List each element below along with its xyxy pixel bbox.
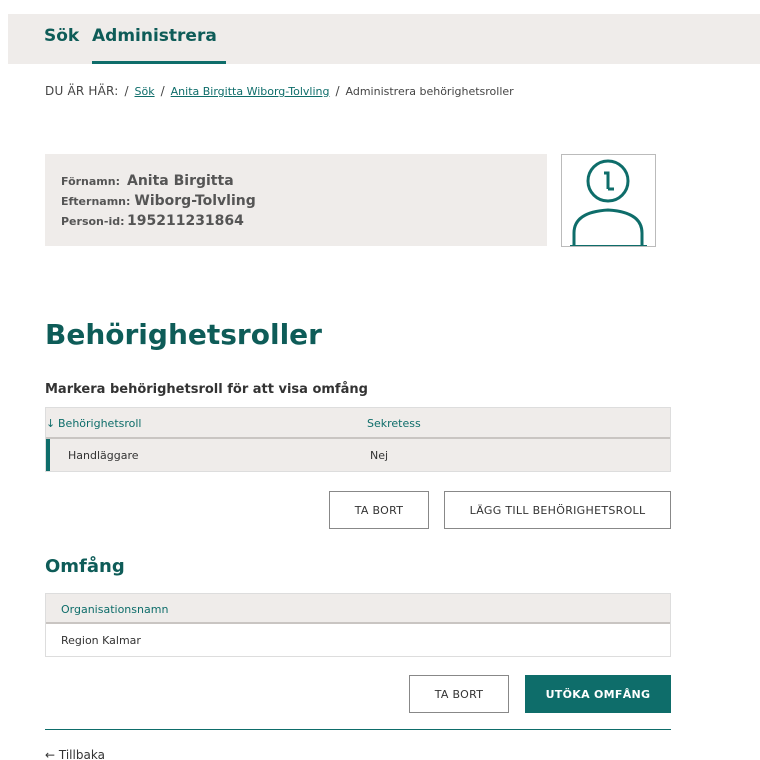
remove-role-button[interactable]: TA BORT <box>329 491 429 529</box>
column-header-org-name[interactable]: Organisationsnamn <box>61 603 168 616</box>
nav-administrera[interactable]: Administrera <box>92 26 217 46</box>
column-header-secrecy[interactable]: Sekretess <box>367 417 421 430</box>
back-link[interactable]: ← Tillbaka <box>45 748 105 760</box>
last-name-value: Wiborg-Tolvling <box>134 193 256 209</box>
person-info-card: Förnamn: Anita Birgitta Efternamn: Wiborg-… <box>45 154 547 246</box>
roles-instruction: Markera behörighetsroll för att visa omf… <box>45 382 368 397</box>
breadcrumb-link-sok[interactable]: Sök <box>135 85 155 98</box>
person-avatar-icon <box>561 154 656 247</box>
last-name-row: Efternamn: Wiborg-Tolvling <box>61 193 256 209</box>
extend-scope-button[interactable]: UTÖKA OMFÅNG <box>525 675 671 713</box>
scope-table: Organisationsnamn Region Kalmar <box>45 593 671 657</box>
column-header-role[interactable]: Behörighetsroll <box>58 417 141 430</box>
breadcrumb-current: Administrera behörighetsroller <box>345 85 514 98</box>
scope-table-header: Organisationsnamn <box>46 594 670 624</box>
breadcrumb: DU ÄR HÄR: / Sök / Anita Birgitta Wiborg-Tol… <box>45 84 514 98</box>
person-id-label: Person-id: <box>61 215 125 228</box>
top-navigation: Sök Administrera <box>8 14 760 64</box>
roles-table-header: ↓ Behörighetsroll Sekretess <box>46 408 670 439</box>
active-nav-indicator <box>92 61 226 64</box>
last-name-label: Efternamn: <box>61 195 131 208</box>
sort-arrow-icon: ↓ <box>46 417 56 430</box>
arrow-left-icon: ← <box>45 748 56 760</box>
person-id-value: 195211231864 <box>127 213 244 229</box>
first-name-label: Förnamn: <box>61 175 120 188</box>
person-id-row: Person-id: 195211231864 <box>61 213 244 229</box>
first-name-row: Förnamn: Anita Birgitta <box>61 173 234 189</box>
breadcrumb-separator: / <box>335 84 340 98</box>
role-cell: Handläggare <box>68 449 139 462</box>
back-link-label: Tillbaka <box>58 748 105 760</box>
breadcrumb-link-person[interactable]: Anita Birgitta Wiborg-Tolvling <box>171 85 330 98</box>
scope-title: Omfång <box>45 556 125 577</box>
secrecy-cell: Nej <box>370 449 389 462</box>
table-row[interactable]: Handläggare Nej <box>46 439 670 471</box>
table-row[interactable]: Region Kalmar <box>46 624 670 656</box>
org-name-cell: Region Kalmar <box>61 634 141 647</box>
person-avatar-icon-graphic <box>570 159 647 247</box>
breadcrumb-separator: / <box>160 84 165 98</box>
page-title: Behörighetsroller <box>45 318 322 351</box>
nav-sok[interactable]: Sök <box>44 26 79 46</box>
first-name-value: Anita Birgitta <box>127 173 234 189</box>
divider <box>45 729 671 730</box>
add-role-button[interactable]: LÄGG TILL BEHÖRIGHETSROLL <box>444 491 671 529</box>
breadcrumb-lead: DU ÄR HÄR: <box>45 84 119 98</box>
breadcrumb-separator: / <box>124 84 129 98</box>
roles-table: ↓ Behörighetsroll Sekretess Handläggare … <box>45 407 671 472</box>
remove-scope-button[interactable]: TA BORT <box>409 675 509 713</box>
